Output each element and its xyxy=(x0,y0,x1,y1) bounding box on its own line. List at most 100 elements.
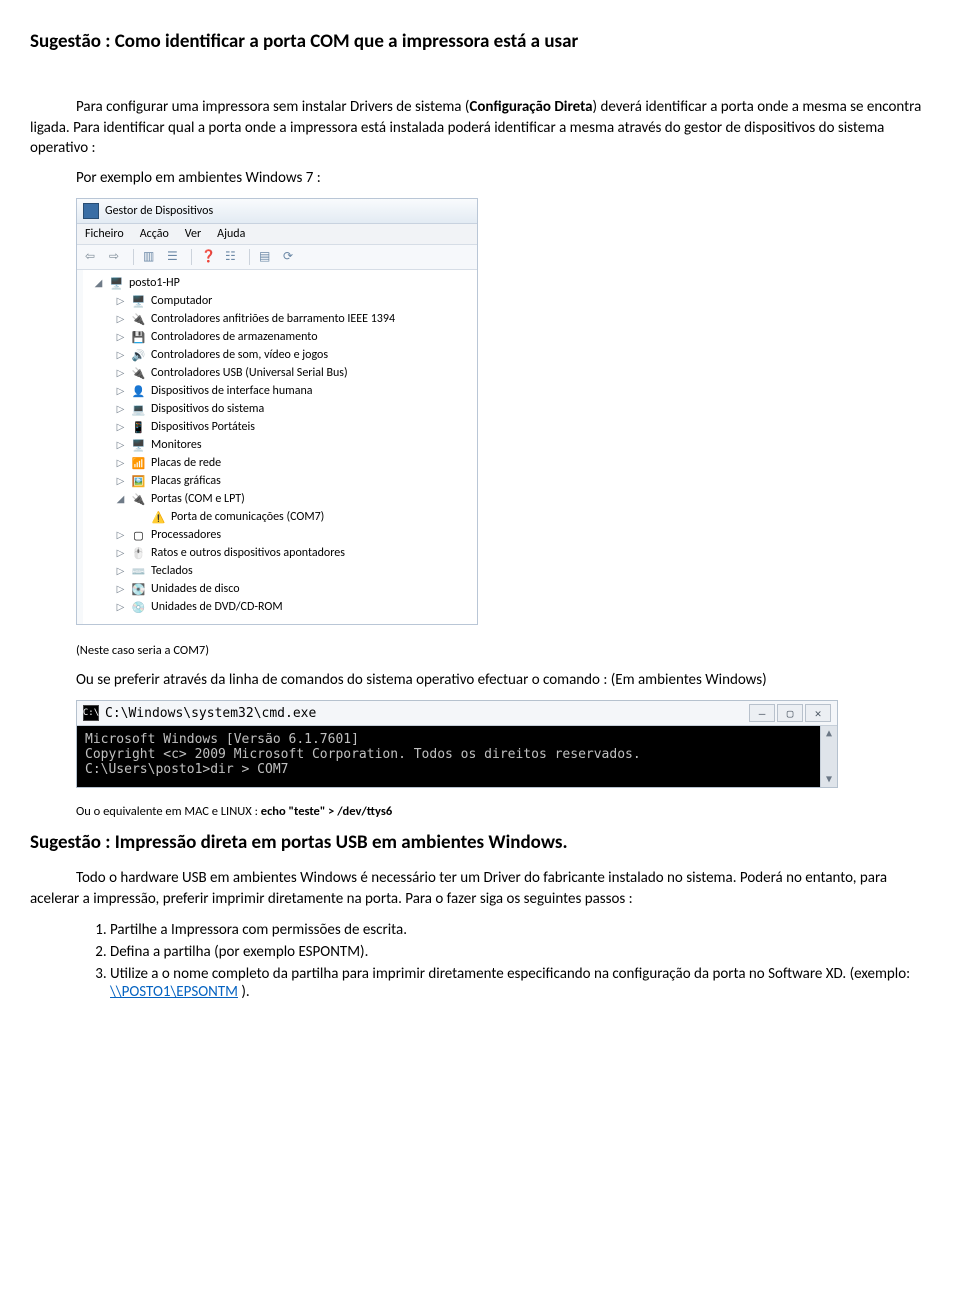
back-icon[interactable] xyxy=(85,249,101,265)
tree-label: Unidades de disco xyxy=(151,582,240,596)
tree-item[interactable]: ▷🖥️Monitores xyxy=(115,436,475,454)
device-icon: 🔌 xyxy=(131,312,146,327)
tree-item[interactable]: ▷📶Placas de rede xyxy=(115,454,475,472)
device-icon: 🔌 xyxy=(131,366,146,381)
device-icon: 🖥️ xyxy=(131,438,146,453)
menu-ver[interactable]: Ver xyxy=(185,227,201,241)
scroll-up-icon[interactable]: ▲ xyxy=(826,728,832,739)
tree-item[interactable]: ▷💾Controladores de armazenamento xyxy=(115,328,475,346)
expander-icon[interactable]: ▷ xyxy=(115,440,126,450)
expander-icon[interactable]: ▷ xyxy=(115,404,126,414)
tree-label: Placas gráficas xyxy=(151,474,221,488)
expander-icon[interactable]: ◢ xyxy=(93,278,104,288)
toolbar-icon[interactable] xyxy=(259,249,275,265)
expander-icon[interactable]: ▷ xyxy=(115,602,126,612)
expander-icon[interactable]: ▷ xyxy=(115,584,126,594)
warning-icon: ⚠️ xyxy=(151,510,166,525)
device-icon: 💾 xyxy=(131,330,146,345)
toolbar-icon[interactable] xyxy=(225,249,241,265)
toolbar-sep xyxy=(249,249,251,265)
tree-item[interactable]: ▷💿Unidades de DVD/CD-ROM xyxy=(115,598,475,616)
devmgr-menubar[interactable]: Ficheiro Acção Ver Ajuda xyxy=(77,224,477,245)
tree-item[interactable]: ▷🔊Controladores de som, vídeo e jogos xyxy=(115,346,475,364)
maximize-button[interactable]: ▢ xyxy=(777,704,803,722)
expander-icon[interactable]: ▷ xyxy=(115,368,126,378)
scrollbar[interactable]: ▲▼ xyxy=(820,726,837,787)
tree-label: Teclados xyxy=(151,564,193,578)
tree-item[interactable]: ▷ 👤 Dispositivos de interface humana xyxy=(115,382,475,400)
cmd-line: Microsoft Windows [Versão 6.1.7601] xyxy=(85,732,829,747)
tree-item[interactable]: ▷ 🖱️ Ratos e outros dispositivos apontador… xyxy=(115,544,475,562)
cmd-body[interactable]: Microsoft Windows [Versão 6.1.7601] Copy… xyxy=(77,726,837,787)
cmd-titlebar: C:\ C:\Windows\system32\cmd.exe — ▢ ✕ xyxy=(77,701,837,726)
toolbar-icon[interactable] xyxy=(143,249,159,265)
paragraph-5: Todo o hardware USB em ambientes Windows… xyxy=(30,868,930,909)
menu-ficheiro[interactable]: Ficheiro xyxy=(85,227,124,241)
minimize-button[interactable]: — xyxy=(749,704,775,722)
menu-accao[interactable]: Acção xyxy=(140,227,169,241)
expander-icon[interactable]: ▷ xyxy=(115,530,126,540)
expander-icon[interactable]: ▷ xyxy=(115,314,126,324)
p1-bold: Configuração Direta xyxy=(469,98,592,116)
toolbar-sep xyxy=(133,249,135,265)
tree-item-com7[interactable]: ⚠️ Porta de comunicações (COM7) xyxy=(135,508,475,526)
expander-icon[interactable]: ▷ xyxy=(115,566,126,576)
tree-item[interactable]: ▷⌨️Teclados xyxy=(115,562,475,580)
expander-icon[interactable]: ▷ xyxy=(115,350,126,360)
tree-item[interactable]: ▷💻Dispositivos do sistema xyxy=(115,400,475,418)
expander-icon[interactable]: ▷ xyxy=(115,296,126,306)
device-icon: 💿 xyxy=(131,600,146,615)
share-path-link[interactable]: \\POSTO1\EPSONTM xyxy=(110,983,238,1001)
expander-icon[interactable]: ▷ xyxy=(115,332,126,342)
close-button[interactable]: ✕ xyxy=(805,704,831,722)
expander-icon[interactable]: ▷ xyxy=(115,476,126,486)
expander-icon[interactable]: ▷ xyxy=(115,386,126,396)
expander-icon[interactable]: ▷ xyxy=(115,548,126,558)
tree-item[interactable]: ▷🔌Controladores anfitriões de barramento… xyxy=(115,310,475,328)
tree-label: Portas (COM e LPT) xyxy=(151,492,245,506)
devmgr-tree: ◢ 🖥️ posto1-HP ▷🖥️Computador ▷🔌Controlad… xyxy=(77,270,477,624)
paragraph-2: Por exemplo em ambientes Windows 7 : xyxy=(76,168,930,188)
cmd-line: Copyright <c> 2009 Microsoft Corporation… xyxy=(85,747,829,762)
tree-root-label: posto1-HP xyxy=(129,276,180,290)
steps-list: Partilhe a Impressora com permissões de … xyxy=(90,919,930,1003)
device-icon: 💻 xyxy=(131,402,146,417)
tree-label: Processadores xyxy=(151,528,221,542)
tree-item[interactable]: ▷📱Dispositivos Portáteis xyxy=(115,418,475,436)
tree-item-ports[interactable]: ◢ 🔌 Portas (COM e LPT) xyxy=(115,490,475,508)
cmd-title: C:\Windows\system32\cmd.exe xyxy=(105,706,316,721)
tree-label: Dispositivos de interface humana xyxy=(151,384,313,398)
tree-item[interactable]: ▷🖼️Placas gráficas xyxy=(115,472,475,490)
expander-icon[interactable]: ▷ xyxy=(115,458,126,468)
tree-item[interactable]: ▷🖥️Computador xyxy=(115,292,475,310)
toolbar-icon[interactable] xyxy=(283,249,299,265)
device-icon: 🔌 xyxy=(131,492,146,507)
toolbar-sep xyxy=(191,249,193,265)
tree-root[interactable]: ◢ 🖥️ posto1-HP xyxy=(93,274,475,292)
devmgr-titlebar: Gestor de Dispositivos xyxy=(77,199,477,224)
device-icon: 🔊 xyxy=(131,348,146,363)
toolbar-icon[interactable] xyxy=(201,249,217,265)
p4-a: Ou o equivalente em MAC e LINUX : xyxy=(76,804,261,819)
tree-item[interactable]: ▷▢Processadores xyxy=(115,526,475,544)
step-3: Utilize a o nome completo da partilha pa… xyxy=(110,963,930,1003)
devmgr-app-icon xyxy=(83,203,99,219)
scroll-down-icon[interactable]: ▼ xyxy=(826,774,832,785)
tree-item[interactable]: ▷🔌Controladores USB (Universal Serial Bu… xyxy=(115,364,475,382)
step-2: Defina a partilha (por exemplo ESPONTM). xyxy=(110,941,930,963)
note-com7: (Neste caso seria a COM7) xyxy=(76,643,930,660)
expander-icon[interactable]: ◢ xyxy=(115,494,126,504)
tree-label: Porta de comunicações (COM7) xyxy=(171,510,324,524)
device-icon: 👤 xyxy=(131,384,146,399)
tree-label: Ratos e outros dispositivos apontadores xyxy=(151,546,345,560)
tree-item[interactable]: ▷💽Unidades de disco xyxy=(115,580,475,598)
toolbar-icon[interactable] xyxy=(167,249,183,265)
p1-a: Para configurar uma impressora sem insta… xyxy=(76,98,469,116)
p4-bold: echo "teste" > /dev/ttys6 xyxy=(261,804,392,819)
device-icon: 🖱️ xyxy=(131,546,146,561)
s3-a: Utilize a o nome completo da partilha pa… xyxy=(110,965,910,983)
paragraph-1: Para configurar uma impressora sem insta… xyxy=(30,97,930,158)
expander-icon[interactable]: ▷ xyxy=(115,422,126,432)
forward-icon[interactable] xyxy=(109,249,125,265)
menu-ajuda[interactable]: Ajuda xyxy=(217,227,245,241)
